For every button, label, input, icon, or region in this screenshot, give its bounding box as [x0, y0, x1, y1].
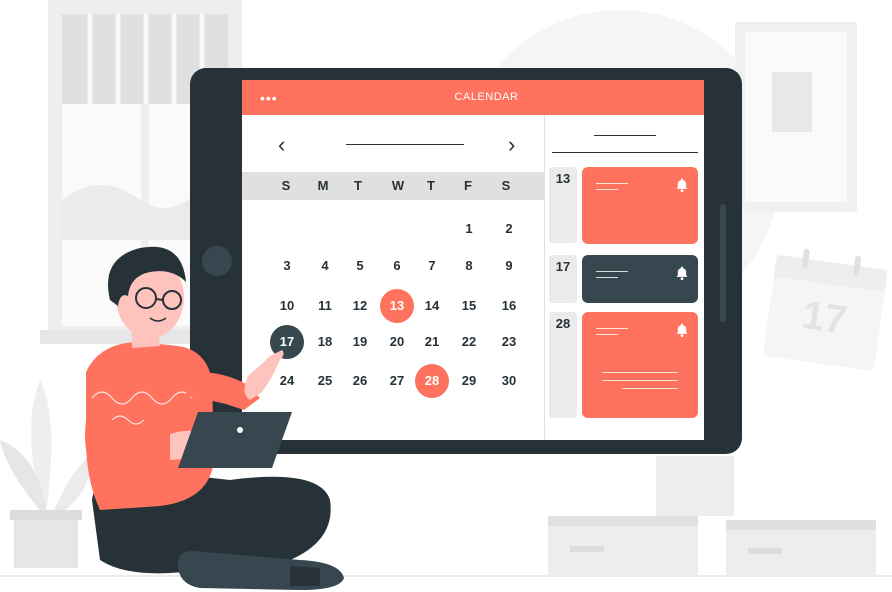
illustration-scene: 17 ••• CALENDAR ‹ › S M T W T F S 123456…	[0, 0, 892, 592]
person-illustration	[85, 246, 344, 590]
